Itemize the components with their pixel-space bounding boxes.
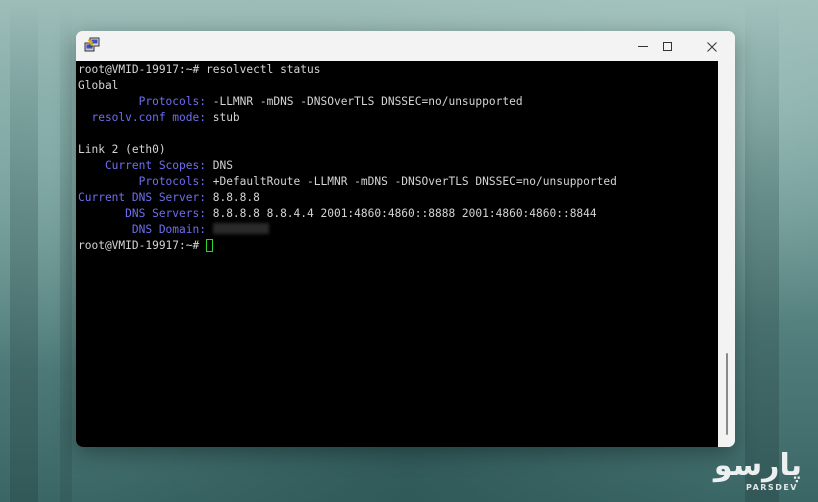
terminal-line: resolv.conf mode: stub xyxy=(76,110,718,126)
field-label: DNS Servers: xyxy=(78,207,206,220)
field-value: stub xyxy=(205,111,240,124)
logo-mark: پارسو xyxy=(713,448,802,483)
field-label: Protocols: xyxy=(78,95,206,108)
background-tree xyxy=(60,0,72,502)
maximize-icon xyxy=(662,41,672,51)
field-label: DNS Domain: xyxy=(78,223,206,236)
field-label: Protocols: xyxy=(78,175,206,188)
field-label: Current Scopes: xyxy=(78,159,206,172)
section-heading: Global xyxy=(78,79,119,92)
shell-prompt: root@VMID-19917:~# xyxy=(78,239,206,252)
terminal-line: Global xyxy=(76,78,718,94)
background-tree xyxy=(745,0,779,502)
redacted-domain xyxy=(212,223,269,234)
maximize-button[interactable] xyxy=(645,31,689,61)
close-button[interactable] xyxy=(690,31,734,61)
field-value: -LLMNR -mDNS -DNSOverTLS DNSSEC=no/unsup… xyxy=(205,95,523,108)
watermark-logo: پارسو PARSDEV xyxy=(690,450,810,498)
section-heading: Link 2 (eth0) xyxy=(78,143,166,156)
terminal-line: Protocols: +DefaultRoute -LLMNR -mDNS -D… xyxy=(76,174,718,190)
field-value: 8.8.8.8 xyxy=(205,191,260,204)
terminal-screen[interactable]: root@VMID-19917:~# resolvectl status Glo… xyxy=(76,61,718,447)
field-label: resolv.conf mode: xyxy=(78,111,206,124)
terminal-line: Protocols: -LLMNR -mDNS -DNSOverTLS DNSS… xyxy=(76,94,718,110)
command-text: root@VMID-19917:~# resolvectl status xyxy=(78,63,321,76)
close-icon xyxy=(707,37,717,56)
title-bar[interactable] xyxy=(76,31,735,61)
logo-text: PARSDEV xyxy=(745,483,798,492)
putty-icon[interactable] xyxy=(84,37,100,53)
text-cursor xyxy=(205,239,213,252)
field-value: +DefaultRoute -LLMNR -mDNS -DNSOverTLS D… xyxy=(205,175,617,188)
field-value: 8.8.8.8 8.8.4.4 2001:4860:4860::8888 200… xyxy=(205,207,597,220)
field-label: Current DNS Server: xyxy=(78,191,206,204)
vertical-scrollbar[interactable] xyxy=(718,61,735,447)
scrollbar-thumb[interactable] xyxy=(726,353,728,435)
terminal-line: Current DNS Server: 8.8.8.8 xyxy=(76,190,718,206)
terminal-line: root@VMID-19917:~# resolvectl status xyxy=(76,62,718,78)
terminal-line: DNS Domain: xyxy=(76,222,718,238)
terminal-line: root@VMID-19917:~# xyxy=(76,238,718,254)
background-tree xyxy=(10,0,38,502)
terminal-line: DNS Servers: 8.8.8.8 8.8.4.4 2001:4860:4… xyxy=(76,206,718,222)
terminal-line: Current Scopes: DNS xyxy=(76,158,718,174)
field-value: DNS xyxy=(205,159,233,172)
terminal-line: Link 2 (eth0) xyxy=(76,142,718,158)
putty-window[interactable]: root@VMID-19917:~# resolvectl status Glo… xyxy=(76,31,735,447)
